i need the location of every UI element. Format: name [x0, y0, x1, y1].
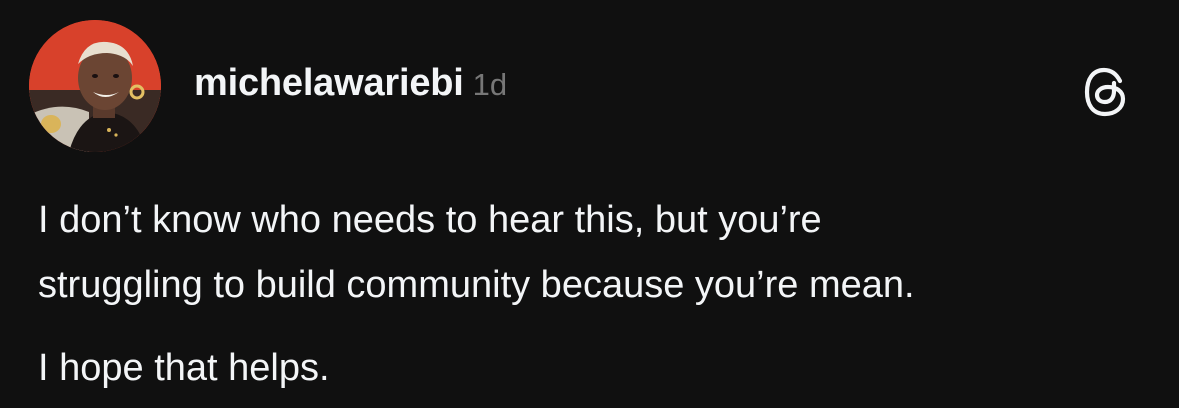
post-paragraph: I hope that helps.	[38, 336, 1148, 401]
post-body: I don’t know who needs to hear this, but…	[38, 188, 1148, 401]
username-link[interactable]: michelawariebi	[194, 62, 464, 105]
post-text-line: I don’t know who needs to hear this, but…	[38, 199, 822, 241]
post-header: michelawariebi 1d	[194, 62, 507, 112]
threads-post: michelawariebi 1d I don’t know who needs…	[0, 0, 1179, 408]
post-text-line: struggling to build community because yo…	[38, 264, 915, 306]
avatar-photo	[29, 20, 161, 152]
post-paragraph: I don’t know who needs to hear this, but…	[38, 188, 1148, 318]
post-timestamp[interactable]: 1d	[473, 67, 507, 103]
threads-logo-icon[interactable]	[1083, 66, 1131, 118]
post-text-line: I hope that helps.	[38, 347, 330, 389]
avatar[interactable]	[29, 20, 161, 152]
